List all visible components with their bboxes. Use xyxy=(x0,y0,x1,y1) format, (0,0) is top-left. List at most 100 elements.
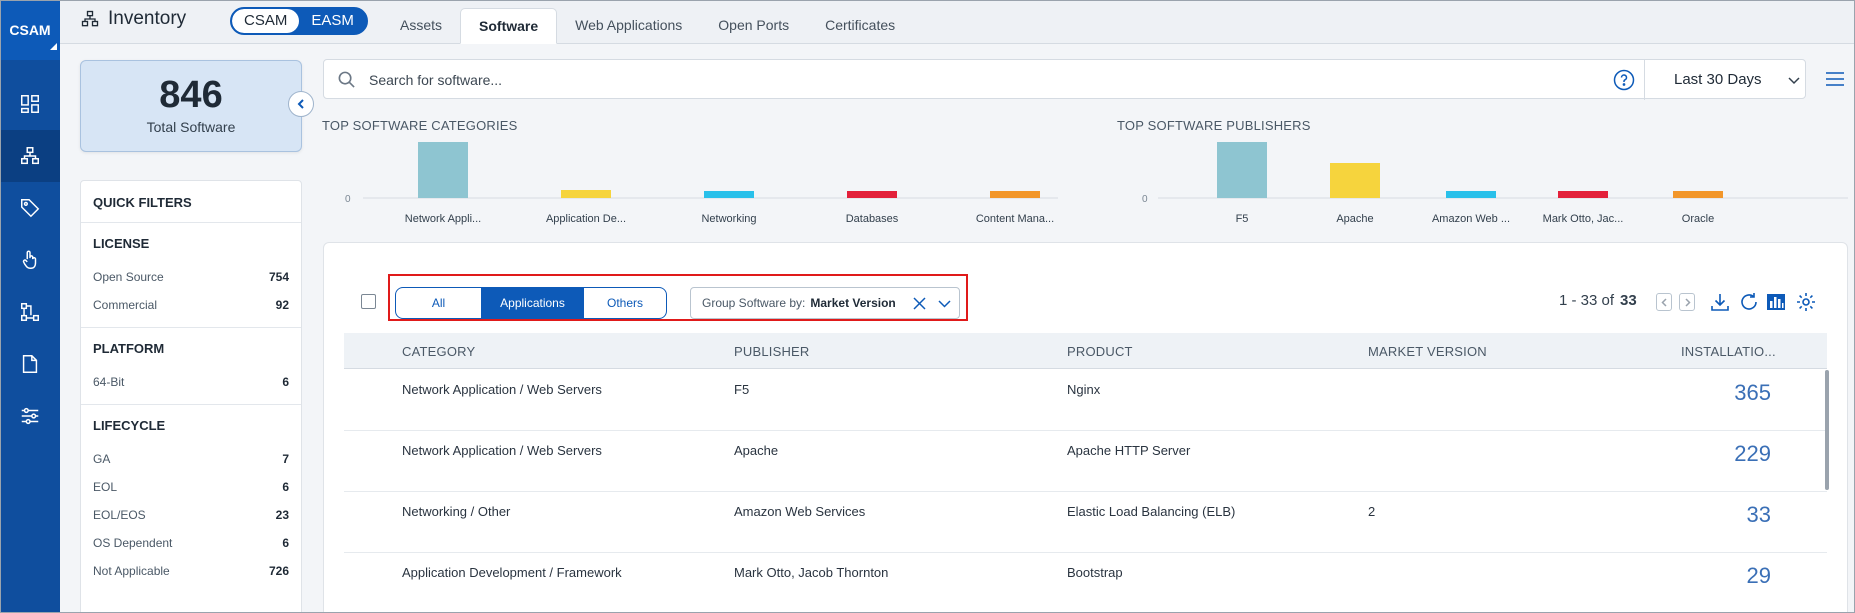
filter-open-source[interactable]: Open Source 754 xyxy=(93,263,289,291)
chart-bar[interactable] xyxy=(1217,142,1267,198)
csam-easm-toggle[interactable]: CSAM EASM xyxy=(230,7,368,35)
cell-product: Nginx xyxy=(1067,382,1101,397)
next-page-button[interactable] xyxy=(1679,293,1695,311)
rail-item-settings[interactable] xyxy=(0,390,60,442)
tab-assets[interactable]: Assets xyxy=(382,8,460,44)
publishers-chart: 0 F5 Apache Amazon Web ... Mark Otto, Jac...… xyxy=(1142,142,1848,225)
y-tick-label: 0 xyxy=(1142,194,1148,205)
cell-product: Bootstrap xyxy=(1067,565,1123,580)
tab-certificates[interactable]: Certificates xyxy=(807,8,913,44)
cell-product: Elastic Load Balancing (ELB) xyxy=(1067,504,1236,519)
chart-bar[interactable] xyxy=(704,191,754,198)
total-software-card[interactable]: 846 Total Software xyxy=(80,60,302,152)
search-bar: Search for software... Last 30 Days xyxy=(323,59,1806,100)
section-title: LICENSE xyxy=(93,236,150,251)
categories-chart: 0 Network Appli... Application De... Networ… xyxy=(345,142,1058,225)
rail-item-tags[interactable] xyxy=(0,182,60,234)
settings-icon[interactable] xyxy=(1795,291,1817,313)
table-scrollbar[interactable] xyxy=(1825,370,1829,490)
chart-bar[interactable] xyxy=(1558,191,1608,198)
group-by-select[interactable]: Group Software by: Market Version xyxy=(690,287,960,319)
table-row[interactable]: Networking / Other Amazon Web Services E… xyxy=(344,492,1827,553)
chevron-left-icon xyxy=(297,99,304,109)
filter-ga[interactable]: GA 7 xyxy=(93,445,289,473)
brand-logo[interactable]: CSAM xyxy=(0,0,60,60)
cell-installations[interactable]: 229 xyxy=(1734,441,1771,467)
section-title: PLATFORM xyxy=(93,341,165,356)
filter-os-dependent[interactable]: OS Dependent 6 xyxy=(93,529,289,557)
date-range-select[interactable]: Last 30 Days xyxy=(1674,71,1762,88)
filter-label: 64-Bit xyxy=(93,375,125,389)
column-publisher[interactable]: PUBLISHER xyxy=(734,344,810,359)
x-tick-label: F5 xyxy=(1236,213,1249,225)
hamburger-menu-icon[interactable] xyxy=(1824,69,1846,89)
table-row[interactable]: Application Development / Framework Mark… xyxy=(344,553,1827,613)
rail-item-network[interactable] xyxy=(0,286,60,338)
rail-item-inventory[interactable] xyxy=(0,130,60,182)
column-product[interactable]: PRODUCT xyxy=(1067,344,1133,359)
touch-icon xyxy=(22,250,37,269)
cell-installations[interactable]: 29 xyxy=(1747,563,1771,589)
refresh-icon[interactable] xyxy=(1738,291,1760,313)
download-icon[interactable] xyxy=(1709,291,1731,313)
rail-item-dashboard[interactable] xyxy=(0,78,60,130)
cell-installations[interactable]: 33 xyxy=(1747,502,1771,528)
filter-eol-eos[interactable]: EOL/EOS 23 xyxy=(93,501,289,529)
table-row[interactable]: Network Application / Web Servers F5 Ngi… xyxy=(344,370,1827,431)
rail-item-reports[interactable] xyxy=(0,338,60,390)
chart-bar[interactable] xyxy=(990,191,1040,198)
tab-open-ports[interactable]: Open Ports xyxy=(700,8,807,44)
column-installations[interactable]: INSTALLATIO... xyxy=(1681,344,1776,359)
y-tick-label: 0 xyxy=(345,194,351,205)
chevron-down-icon[interactable] xyxy=(1787,73,1801,87)
quick-filters-panel: QUICK FILTERS LICENSE Open Source 754 Com… xyxy=(80,180,302,613)
cell-installations[interactable]: 365 xyxy=(1734,380,1771,406)
chart-bar[interactable] xyxy=(1446,191,1496,198)
cell-product: Apache HTTP Server xyxy=(1067,443,1191,458)
cell-category: Network Application / Web Servers xyxy=(402,382,602,397)
quick-filters-title: QUICK FILTERS xyxy=(81,181,301,223)
collapse-sidebar-button[interactable] xyxy=(288,91,314,117)
toggle-easm[interactable]: EASM xyxy=(299,9,366,33)
chart-bar[interactable] xyxy=(1330,163,1380,198)
filter-eol[interactable]: EOL 6 xyxy=(93,473,289,501)
rail-item-response[interactable] xyxy=(0,234,60,286)
segment-all[interactable]: All xyxy=(396,288,482,318)
cell-version: 2 xyxy=(1368,504,1376,519)
filter-section-lifecycle: LIFECYCLE GA 7 EOL 6 EOL/EOS 23 OS Dependen… xyxy=(81,405,301,593)
table-row[interactable]: Network Application / Web Servers Apache… xyxy=(344,431,1827,492)
filter-not-applicable[interactable]: Not Applicable 726 xyxy=(93,557,289,585)
total-software-label: Total Software xyxy=(146,119,236,135)
close-icon[interactable] xyxy=(913,297,926,310)
toggle-csam[interactable]: CSAM xyxy=(232,9,300,33)
software-table-panel: All Applications Others Group Software b… xyxy=(323,242,1848,613)
categories-chart-title: TOP SOFTWARE CATEGORIES xyxy=(322,118,518,133)
chart-bar[interactable] xyxy=(561,190,611,198)
help-icon[interactable] xyxy=(1613,69,1635,91)
page-header: Inventory xyxy=(80,8,186,30)
prev-page-button[interactable] xyxy=(1656,293,1672,311)
tab-web-applications[interactable]: Web Applications xyxy=(557,8,700,44)
chart-bar[interactable] xyxy=(847,191,897,198)
filter-label: Not Applicable xyxy=(93,564,170,578)
x-tick-label: Apache xyxy=(1336,213,1373,225)
segment-applications[interactable]: Applications xyxy=(482,288,584,318)
filter-count: 6 xyxy=(282,536,289,550)
inventory-icon xyxy=(21,147,39,165)
chart-bar[interactable] xyxy=(418,142,468,198)
segment-others[interactable]: Others xyxy=(584,288,666,318)
chart-view-icon[interactable] xyxy=(1765,291,1787,313)
filter-label: EOL/EOS xyxy=(93,508,146,522)
pagination-info: 1 - 33 of 33 xyxy=(1559,292,1637,309)
search-input[interactable]: Search for software... xyxy=(369,72,502,88)
x-tick-label: Mark Otto, Jac... xyxy=(1543,213,1624,225)
chevron-down-icon[interactable] xyxy=(938,297,951,310)
filter-label: EOL xyxy=(93,480,118,494)
column-market-version[interactable]: MARKET VERSION xyxy=(1368,344,1487,359)
tab-software[interactable]: Software xyxy=(460,8,558,44)
column-category[interactable]: CATEGORY xyxy=(402,344,475,359)
filter-commercial[interactable]: Commercial 92 xyxy=(93,291,289,319)
filter-64-bit[interactable]: 64-Bit 6 xyxy=(93,368,289,396)
chart-bar[interactable] xyxy=(1673,191,1723,198)
select-all-checkbox[interactable] xyxy=(361,294,376,309)
